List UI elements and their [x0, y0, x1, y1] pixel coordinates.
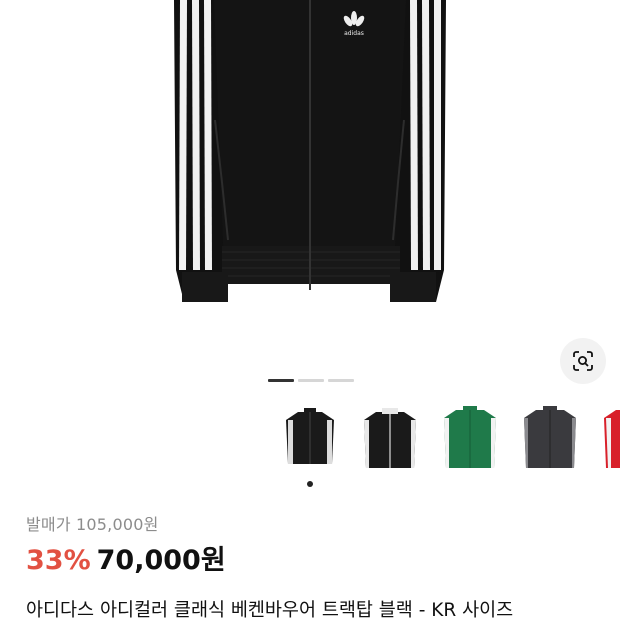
jacket-thumbnail [604, 410, 620, 468]
original-price: 발매가 105,000원 [26, 515, 159, 534]
jacket-thumbnail [364, 408, 416, 468]
jacket-illustration: adidas [174, 0, 446, 302]
logo-text: adidas [344, 30, 364, 37]
gallery-dot[interactable] [268, 379, 294, 382]
discount-rate: 33% [26, 545, 91, 576]
gallery-dot[interactable] [298, 379, 324, 382]
color-option-black-white-collar[interactable] [360, 400, 420, 478]
gallery-page-indicator [268, 379, 354, 382]
jacket-thumbnail [286, 408, 334, 464]
color-option-dark-grey[interactable] [520, 400, 580, 478]
lens-icon [573, 351, 593, 371]
color-option-black-white-stripes[interactable] [280, 400, 340, 478]
jacket-thumbnail [524, 406, 576, 468]
product-title: 아디다스 아디컬러 클래식 베켄바우어 트랙탑 블랙 - KR 사이즈 [26, 600, 514, 620]
jacket-thumbnail [444, 406, 496, 468]
color-option-green[interactable] [440, 400, 500, 478]
image-search-button[interactable] [560, 338, 606, 384]
color-option-red[interactable] [600, 400, 620, 478]
product-main-image[interactable]: adidas [0, 0, 620, 380]
gallery-dot[interactable] [328, 379, 354, 382]
selected-option-indicator [307, 481, 313, 487]
sale-price: 70,000원 [96, 545, 226, 576]
price-row: 33% 70,000원 [26, 538, 226, 577]
